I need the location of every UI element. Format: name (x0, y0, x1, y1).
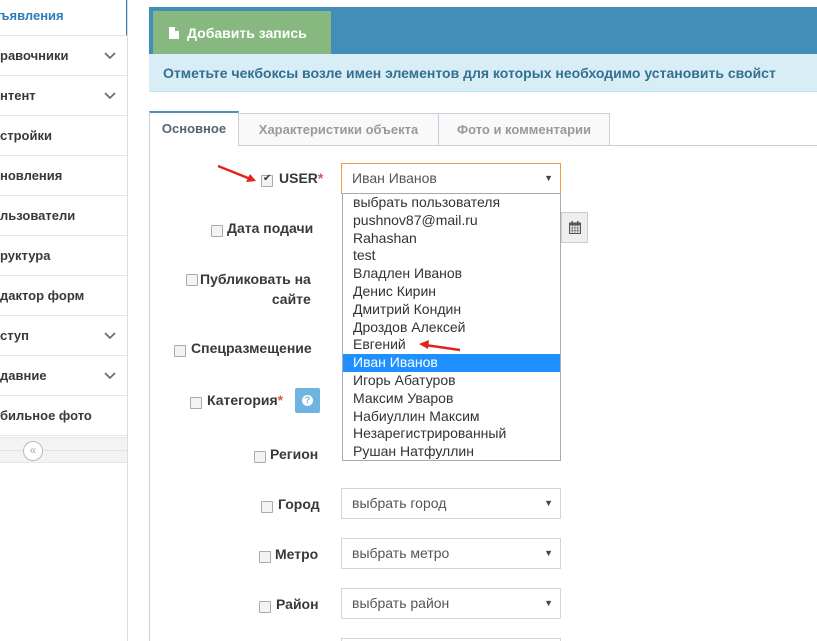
caret-down-icon: ▼ (544, 598, 553, 608)
special-placement-checkbox[interactable] (174, 345, 186, 357)
sidebar-item-label: стройки (0, 128, 52, 143)
user-select-value: Иван Иванов (352, 170, 437, 186)
user-select[interactable]: Иван Иванов ▼ (341, 163, 561, 194)
dropdown-option[interactable]: Игорь Абатуров (343, 372, 560, 390)
dropdown-option[interactable]: Дмитрий Кондин (343, 301, 560, 319)
add-record-button[interactable]: Добавить запись (153, 11, 331, 54)
dropdown-option[interactable]: Незарегистрированный (343, 425, 560, 443)
collapse-icon[interactable]: « (23, 441, 43, 461)
special-placement-label: Спецразмещение (191, 340, 312, 356)
dropdown-option[interactable]: test (343, 247, 560, 265)
sidebar-item-mobile-photo[interactable]: бильное фото (0, 396, 127, 436)
region-label: Регион (270, 446, 319, 462)
annotation-arrow-icon (217, 164, 256, 182)
chevron-down-icon (104, 372, 116, 380)
dropdown-option[interactable]: Владлен Иванов (343, 265, 560, 283)
user-checkbox[interactable] (261, 173, 273, 187)
category-checkbox[interactable] (190, 397, 202, 409)
help-button[interactable]: ? (295, 388, 320, 413)
district-select[interactable]: выбрать район ▼ (341, 588, 561, 619)
sidebar-item-recent[interactable]: давние (0, 356, 127, 396)
city-label: Город (278, 496, 320, 512)
tab-object-characteristics[interactable]: Характеристики объекта (238, 113, 439, 146)
calendar-button[interactable] (561, 212, 588, 243)
publish-checkbox[interactable] (186, 274, 198, 286)
sidebar-item-label: давние (0, 368, 47, 383)
metro-checkbox[interactable] (259, 551, 271, 563)
sidebar-item-form-editor[interactable]: дактор форм (0, 276, 127, 316)
sidebar-item-settings[interactable]: стройки (0, 116, 127, 156)
content-border (149, 146, 150, 641)
sidebar-item-users[interactable]: льзователи (0, 196, 127, 236)
publish-label: Публиковать на сайте (200, 269, 311, 309)
city-checkbox[interactable] (261, 501, 273, 513)
dropdown-option[interactable]: Rahashan (343, 230, 560, 248)
sidebar-item-label: руктура (0, 248, 51, 263)
district-checkbox[interactable] (259, 601, 271, 613)
sidebar-item-access[interactable]: ступ (0, 316, 127, 356)
add-record-label: Добавить запись (187, 24, 307, 41)
district-label: Район (276, 596, 319, 612)
metro-select-value: выбрать метро (352, 545, 450, 561)
metro-select[interactable]: выбрать метро ▼ (341, 538, 561, 569)
sidebar-item-label: ъявления (0, 8, 64, 23)
sidebar-item-announcements[interactable]: ъявления (0, 0, 127, 36)
sidebar-item-updates[interactable]: новления (0, 156, 127, 196)
sidebar-item-structure[interactable]: руктура (0, 236, 127, 276)
sidebar-item-content[interactable]: нтент (0, 76, 127, 116)
user-label-text: USER (279, 170, 318, 186)
required-mark: * (317, 170, 324, 186)
tab-main[interactable]: Основное (149, 111, 239, 146)
chevron-down-icon (104, 52, 116, 60)
question-icon: ? (302, 395, 313, 406)
sidebar-item-label: дактор форм (0, 288, 85, 303)
publish-label-line2: сайте (271, 291, 311, 307)
metro-label: Метро (275, 546, 319, 562)
sidebar-item-label: нтент (0, 88, 36, 103)
tab-photo-comments[interactable]: Фото и комментарии (438, 113, 610, 146)
dropdown-option-selected[interactable]: Иван Иванов (343, 354, 560, 372)
calendar-icon (569, 221, 581, 234)
city-select[interactable]: выбрать город ▼ (341, 488, 561, 519)
district-select-value: выбрать район (352, 595, 450, 611)
dropdown-option[interactable]: выбрать пользователя (343, 194, 560, 212)
sidebar-item-label: бильное фото (0, 408, 92, 423)
dropdown-option[interactable]: Набиуллин Максим (343, 408, 560, 426)
sidebar: ъявления равочники нтент стройки новлени… (0, 0, 128, 641)
dropdown-option[interactable]: Рушан Натфуллин (343, 443, 560, 460)
chevron-down-icon (104, 332, 116, 340)
category-label: Категория* (207, 392, 283, 408)
info-alert: Отметьте чекбоксы возле имен элементов д… (149, 54, 817, 92)
sidebar-item-label: равочники (0, 48, 69, 63)
date-checkbox[interactable] (211, 225, 223, 237)
date-label: Дата подачи (227, 220, 314, 236)
sidebar-item-label: новления (0, 168, 63, 183)
annotation-arrow-icon (419, 340, 461, 352)
sidebar-collapse-bar: « (0, 437, 127, 463)
caret-down-icon: ▼ (544, 548, 553, 558)
region-checkbox[interactable] (254, 451, 266, 463)
dropdown-option[interactable]: pushnov87@mail.ru (343, 212, 560, 230)
sidebar-item-directories[interactable]: равочники (0, 36, 127, 76)
user-label: USER* (279, 170, 323, 186)
dropdown-option[interactable]: Денис Кирин (343, 283, 560, 301)
dropdown-option[interactable]: Дроздов Алексей (343, 319, 560, 337)
user-dropdown-list: выбрать пользователя pushnov87@mail.ru R… (342, 193, 561, 461)
city-select-value: выбрать город (352, 495, 447, 511)
sidebar-item-label: ступ (0, 328, 30, 343)
publish-label-line1: Публиковать на (200, 271, 311, 287)
chevron-down-icon (104, 92, 116, 100)
sidebar-item-label: льзователи (0, 208, 76, 223)
caret-down-icon: ▼ (544, 498, 553, 508)
caret-down-icon: ▼ (544, 173, 553, 183)
file-icon (169, 26, 179, 39)
required-mark: * (277, 392, 284, 408)
category-label-text: Категория (207, 392, 278, 408)
dropdown-option[interactable]: Максим Уваров (343, 390, 560, 408)
